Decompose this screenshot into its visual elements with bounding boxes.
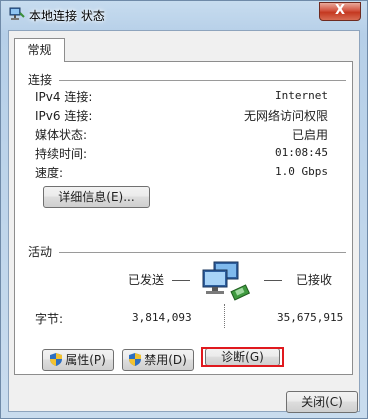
sent-line bbox=[172, 280, 190, 281]
diagnose-highlight-box bbox=[201, 347, 284, 367]
duration-value: 01:08:45 bbox=[275, 146, 328, 159]
dialog-window: 本地连接 状态 X 常规 连接 IPv4 连接: Internet IPv6 连… bbox=[0, 0, 368, 419]
bytes-sent-value: 3,814,093 bbox=[132, 311, 192, 324]
bytes-received-value: 35,675,915 bbox=[277, 311, 344, 324]
tab-general[interactable]: 常规 bbox=[14, 38, 65, 62]
duration-label: 持续时间: bbox=[35, 147, 88, 161]
properties-button[interactable]: 属性(P) bbox=[42, 349, 114, 371]
ipv4-value: Internet bbox=[275, 89, 328, 102]
received-line bbox=[264, 280, 282, 281]
close-button[interactable]: 关闭(C) bbox=[286, 391, 358, 413]
properties-label: 属性(P) bbox=[65, 353, 106, 367]
disable-button[interactable]: 禁用(D) bbox=[122, 349, 194, 371]
activity-dotted-line bbox=[224, 304, 226, 328]
ipv6-label: IPv6 连接: bbox=[35, 109, 93, 123]
network-activity-icon bbox=[200, 260, 256, 306]
network-icon bbox=[9, 7, 25, 21]
media-state-value: 已启用 bbox=[291, 128, 328, 142]
ipv6-value: 无网络访问权限 bbox=[243, 109, 328, 123]
uac-shield-icon bbox=[129, 352, 142, 366]
connection-heading: 连接 bbox=[28, 73, 53, 87]
details-button[interactable]: 详细信息(E)... bbox=[43, 186, 150, 208]
ipv4-label: IPv4 连接: bbox=[35, 90, 93, 104]
speed-label: 速度: bbox=[35, 166, 64, 180]
title-bar[interactable]: 本地连接 状态 X bbox=[1, 1, 367, 29]
dialog-client-area: 常规 连接 IPv4 连接: Internet IPv6 连接: 无网络访问权限… bbox=[8, 30, 360, 412]
activity-divider bbox=[59, 252, 346, 253]
sent-label: 已发送 bbox=[128, 273, 165, 287]
disable-label: 禁用(D) bbox=[144, 353, 187, 367]
connection-divider bbox=[59, 80, 346, 81]
general-tab-panel: 连接 IPv4 连接: Internet IPv6 连接: 无网络访问权限 媒体… bbox=[14, 61, 353, 375]
received-label: 已接收 bbox=[296, 273, 333, 287]
speed-value: 1.0 Gbps bbox=[275, 165, 328, 178]
activity-heading: 活动 bbox=[28, 245, 53, 259]
close-icon: X bbox=[334, 3, 346, 18]
uac-shield-icon bbox=[50, 352, 63, 366]
close-window-button[interactable]: X bbox=[319, 2, 361, 21]
media-state-label: 媒体状态: bbox=[35, 128, 88, 142]
bytes-label: 字节: bbox=[35, 312, 64, 326]
window-title: 本地连接 状态 bbox=[29, 9, 105, 23]
